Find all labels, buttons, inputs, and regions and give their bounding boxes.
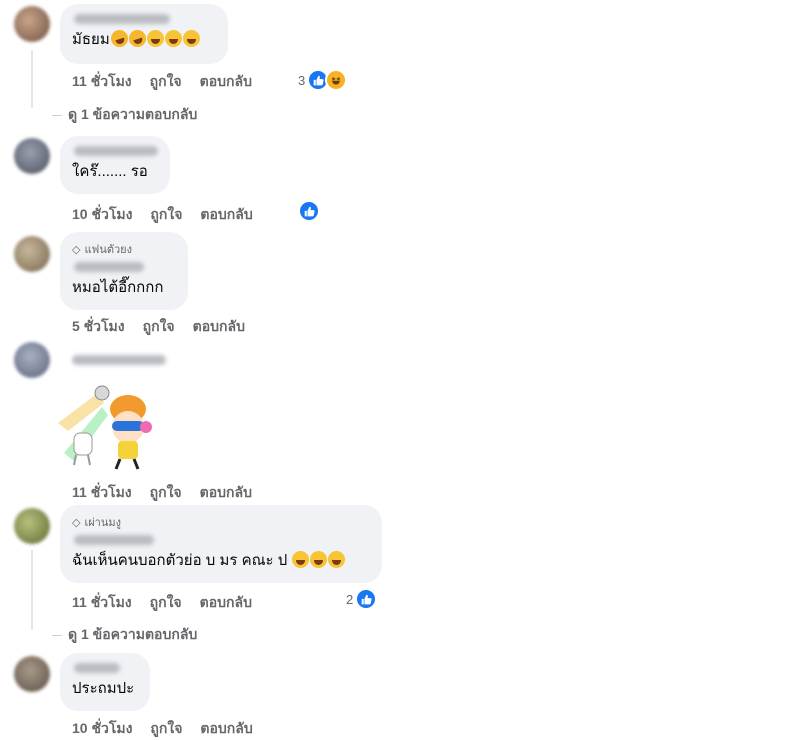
comment-actions: 11 ชั่วโมง ถูกใจ ตอบกลับ — [72, 71, 252, 93]
author-name[interactable] — [74, 14, 170, 24]
reply-button[interactable]: ตอบกลับ — [200, 718, 252, 740]
laughing-emoji — [310, 551, 328, 568]
reply-button[interactable]: ตอบกลับ — [200, 204, 252, 226]
like-button[interactable]: ถูกใจ — [150, 592, 182, 614]
avatar[interactable] — [14, 6, 50, 42]
diamond-icon: ◇ — [72, 243, 81, 256]
comment-actions: 10 ชั่วโมง ถูกใจ ตอบกลับ — [72, 718, 253, 740]
comment-bubble: ◇ เผ่านมงู ฉันเห็นคนบอกตัวย่อ บ มร คณะ ป — [60, 505, 382, 583]
comment-bubble: ◇ แฟนตัวยง หมอไต้อี๊กกกก — [60, 232, 188, 310]
reaction-count: 2 — [346, 591, 354, 607]
like-icon — [298, 200, 320, 222]
fan-badge[interactable]: ◇ แฟนตัวยง — [72, 240, 176, 258]
like-button[interactable]: ถูกใจ — [150, 71, 182, 93]
comment-actions: 11 ชั่วโมง ถูกใจ ตอบกลับ — [72, 482, 252, 504]
comment-text-row: ฉันเห็นคนบอกตัวย่อ บ มร คณะ ป — [72, 551, 370, 571]
reaction-count: 3 — [298, 72, 306, 88]
timestamp[interactable]: 11 ชั่วโมง — [72, 592, 132, 614]
timestamp[interactable]: 11 ชั่วโมง — [72, 71, 132, 93]
reply-button[interactable]: ตอบกลับ — [193, 316, 245, 338]
comment-text-row: มัธยม — [72, 27, 216, 50]
author-name[interactable] — [72, 355, 166, 365]
diamond-icon: ◇ — [72, 516, 81, 529]
reaction-summary[interactable]: 2 — [346, 588, 378, 610]
laughing-emoji — [328, 551, 346, 568]
avatar[interactable] — [14, 236, 50, 272]
grinning-emoji — [182, 30, 200, 47]
reaction-summary[interactable]: 3 — [298, 69, 348, 91]
reaction-summary[interactable] — [298, 200, 320, 222]
fan-badge[interactable]: ◇ เผ่านมงู — [72, 513, 370, 531]
comment-text: ประถมปะ — [72, 680, 135, 697]
author-name[interactable] — [74, 262, 144, 272]
view-replies-link[interactable]: ดู 1 ข้อความตอบกลับ — [52, 104, 197, 126]
thread-hook — [52, 634, 62, 636]
dancing-girl-sticker[interactable] — [58, 383, 154, 473]
like-button[interactable]: ถูกใจ — [150, 718, 182, 740]
view-replies-label: ดู 1 ข้อความตอบกลับ — [68, 626, 198, 642]
comment-bubble: ใคร๊....... รอ — [60, 136, 170, 194]
badge-label: แฟนตัวยง — [84, 244, 133, 256]
author-name[interactable] — [74, 663, 120, 673]
timestamp[interactable]: 10 ชั่วโมง — [72, 718, 132, 740]
like-button[interactable]: ถูกใจ — [143, 316, 175, 338]
laughing-emoji — [292, 551, 310, 568]
like-icon — [355, 588, 378, 610]
reply-button[interactable]: ตอบกลับ — [200, 592, 252, 614]
timestamp[interactable]: 11 ชั่วโมง — [72, 482, 132, 504]
rolling-laughing-emoji — [108, 27, 130, 50]
avatar[interactable] — [14, 138, 50, 174]
rolling-laughing-emoji — [126, 27, 148, 50]
badge-label: เผ่านมงู — [84, 517, 121, 529]
haha-icon — [325, 69, 348, 91]
thread-line — [31, 50, 33, 108]
comment-text: ฉันเห็นคนบอกตัวย่อ บ มร คณะ ป — [72, 552, 288, 569]
comment-bubble: ประถมปะ — [60, 653, 150, 711]
comment-text: ใคร๊....... รอ — [72, 163, 148, 180]
like-button[interactable]: ถูกใจ — [150, 204, 182, 226]
comment-text: มัธยม — [72, 31, 110, 48]
thread-hook — [52, 114, 62, 116]
grinning-emoji — [146, 30, 164, 47]
comment-actions: 5 ชั่วโมง ถูกใจ ตอบกลับ — [72, 316, 245, 338]
thread-line — [31, 550, 33, 630]
comment-actions: 11 ชั่วโมง ถูกใจ ตอบกลับ — [72, 592, 252, 614]
reply-button[interactable]: ตอบกลับ — [200, 71, 252, 93]
view-replies-label: ดู 1 ข้อความตอบกลับ — [68, 106, 198, 122]
comment-actions: 10 ชั่วโมง ถูกใจ ตอบกลับ — [72, 204, 253, 226]
comment-text: หมอไต้อี๊กกกก — [72, 279, 164, 296]
avatar[interactable] — [14, 508, 50, 544]
avatar[interactable] — [14, 656, 50, 692]
timestamp[interactable]: 5 ชั่วโมง — [72, 316, 125, 338]
view-replies-link[interactable]: ดู 1 ข้อความตอบกลับ — [52, 624, 197, 646]
comment-bubble: มัธยม — [60, 4, 228, 64]
author-name[interactable] — [74, 146, 158, 156]
timestamp[interactable]: 10 ชั่วโมง — [72, 204, 132, 226]
reply-button[interactable]: ตอบกลับ — [200, 482, 252, 504]
grinning-emoji — [164, 30, 182, 47]
author-name[interactable] — [74, 535, 154, 545]
like-button[interactable]: ถูกใจ — [150, 482, 182, 504]
avatar[interactable] — [14, 342, 50, 378]
